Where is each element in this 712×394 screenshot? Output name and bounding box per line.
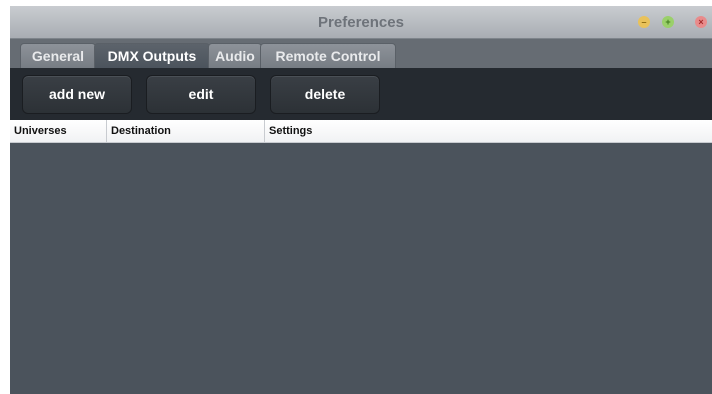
- tab-general[interactable]: General: [20, 43, 96, 69]
- preferences-window: Preferences – + × General DMX Outputs Au…: [10, 6, 712, 394]
- title-bar[interactable]: Preferences – + ×: [10, 6, 712, 39]
- tab-bar: General DMX Outputs Audio Remote Control: [10, 39, 712, 69]
- maximize-icon[interactable]: +: [662, 16, 674, 28]
- tab-dmx-outputs[interactable]: DMX Outputs: [94, 43, 210, 69]
- table-header: Universes Destination Settings: [10, 120, 712, 143]
- delete-button[interactable]: delete: [270, 75, 380, 114]
- tab-audio[interactable]: Audio: [208, 43, 262, 69]
- column-header-universes[interactable]: Universes: [10, 120, 107, 142]
- column-header-settings[interactable]: Settings: [265, 120, 712, 142]
- window-title: Preferences: [318, 14, 404, 31]
- column-header-destination[interactable]: Destination: [107, 120, 265, 142]
- toolbar: add new edit delete: [10, 68, 712, 120]
- minimize-icon[interactable]: –: [638, 16, 650, 28]
- close-icon[interactable]: ×: [695, 16, 707, 28]
- outputs-list[interactable]: [10, 143, 712, 394]
- edit-button[interactable]: edit: [146, 75, 256, 114]
- add-new-button[interactable]: add new: [22, 75, 132, 114]
- tab-remote-control[interactable]: Remote Control: [260, 43, 396, 69]
